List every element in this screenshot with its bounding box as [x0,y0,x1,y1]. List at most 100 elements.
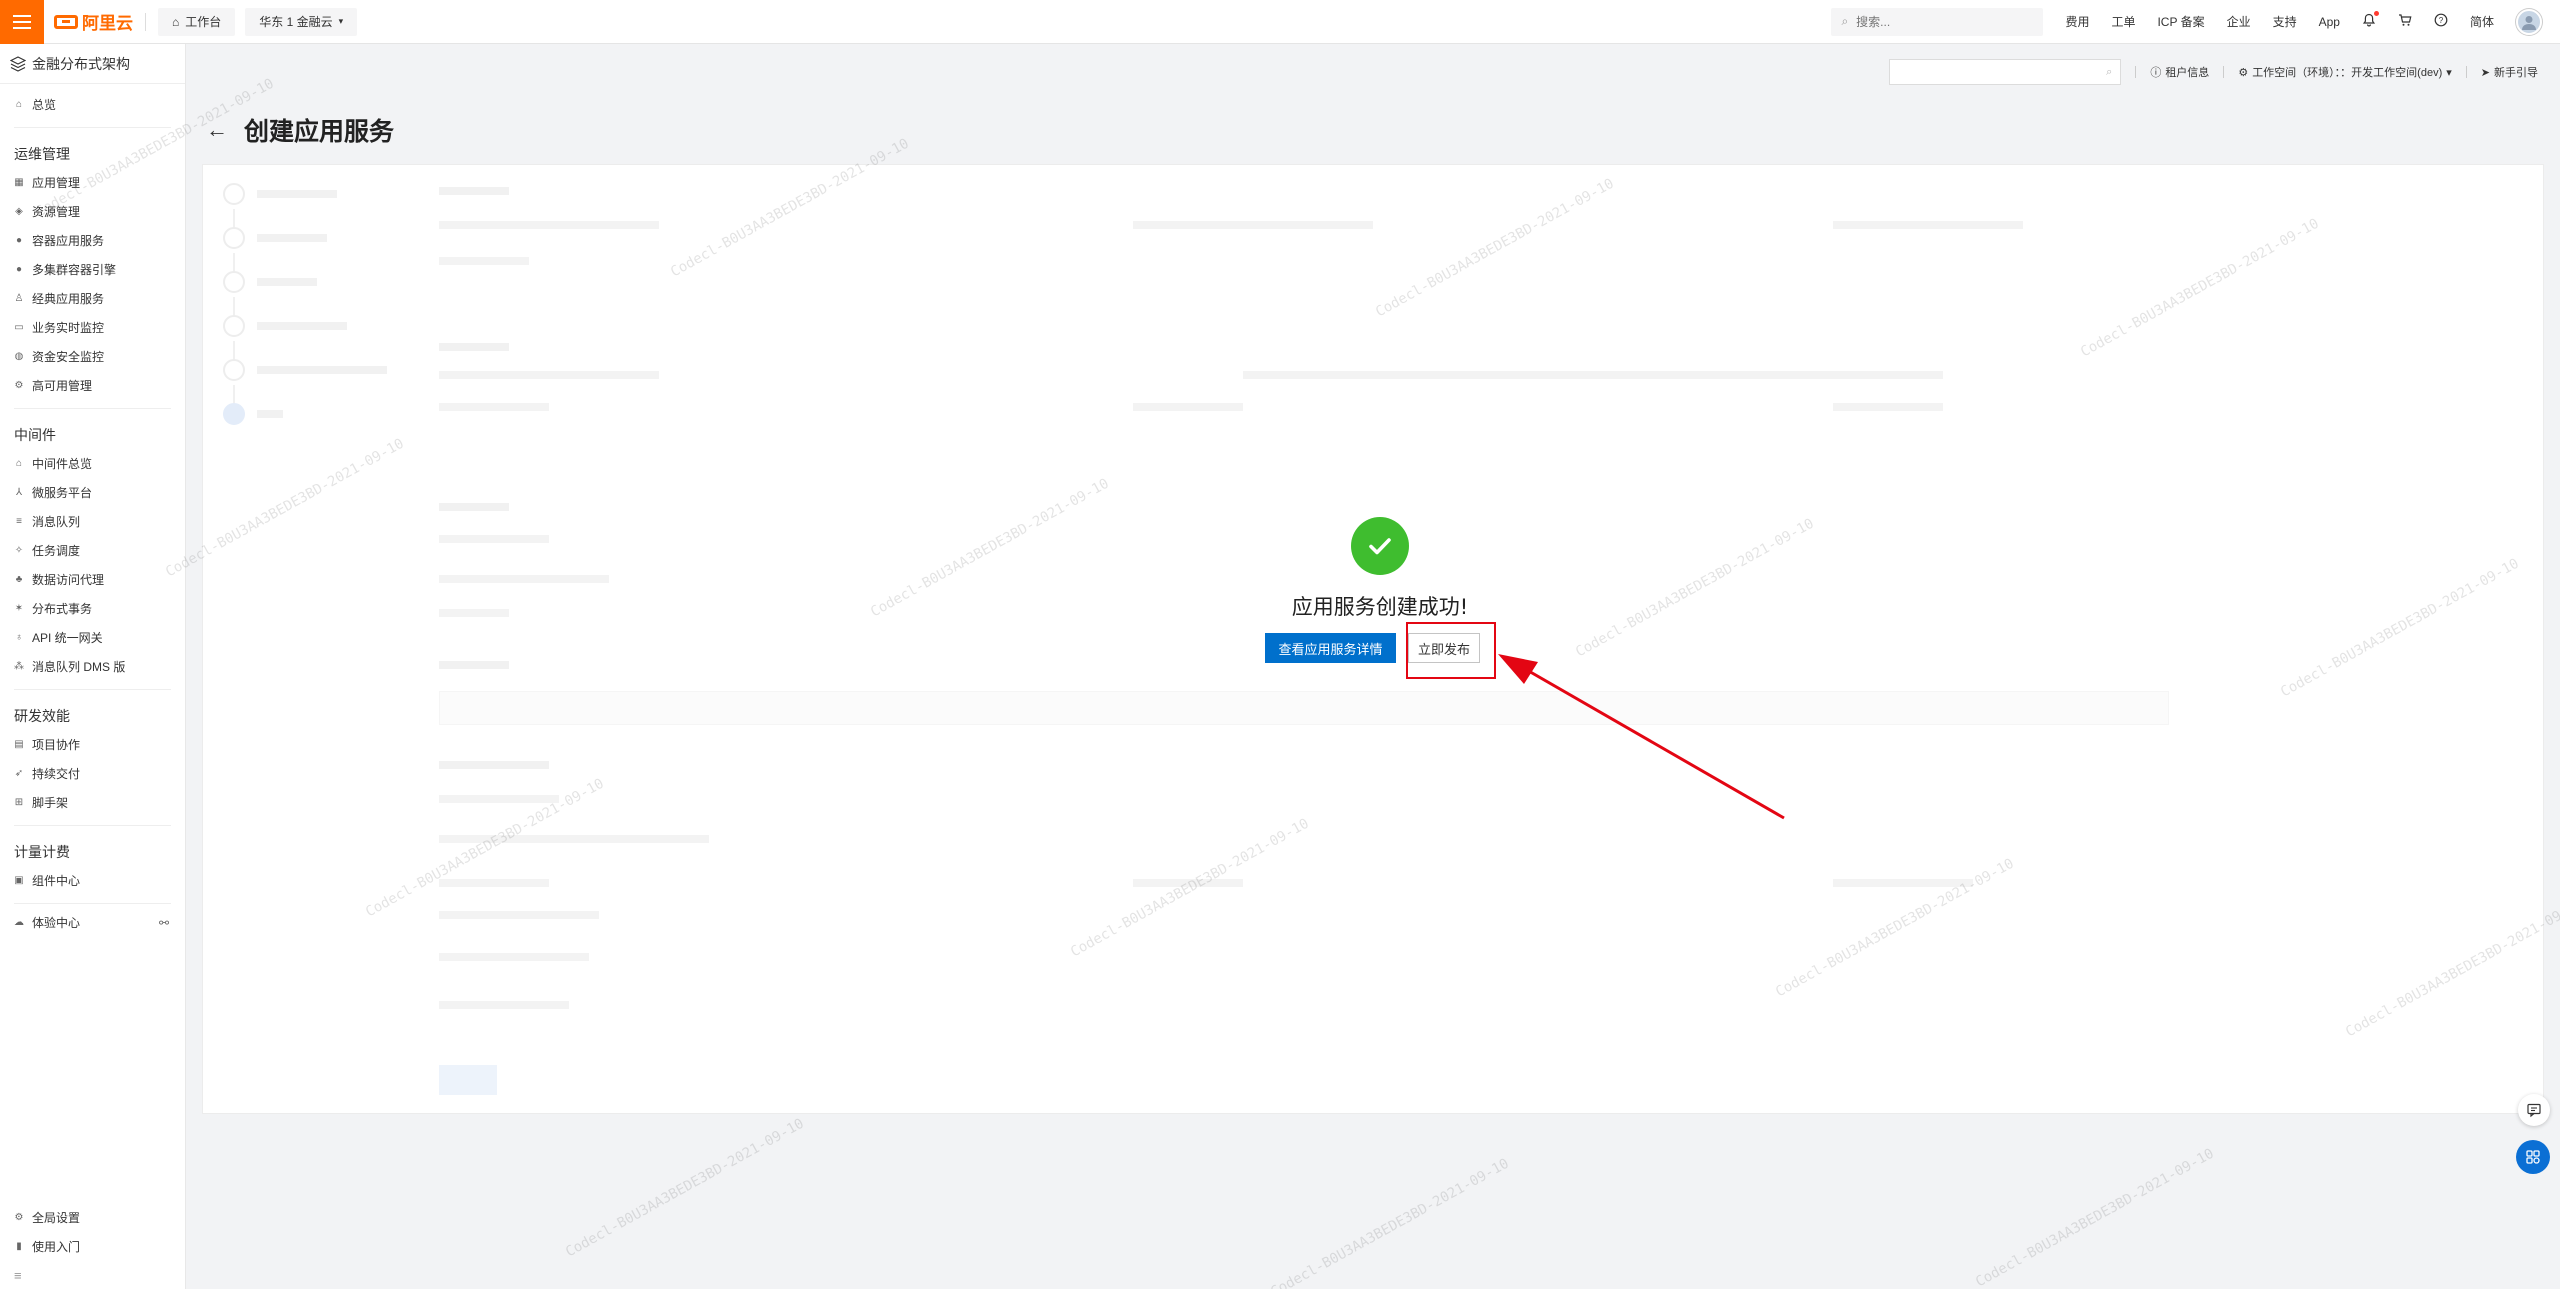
sidebar-item-middleware-overview[interactable]: ⌂ 中间件总览 [0,449,185,478]
placeholder-line [439,953,589,961]
workspace-selector[interactable]: ⚙ 工作空间（环境）：：开发工作空间(dev) ▾ [2238,64,2451,80]
chevron-down-icon: ▾ [338,16,344,26]
language-switch[interactable]: 简体 [2470,13,2494,30]
sidebar-item-api-gateway[interactable]: ♁ API 统一网关 [0,623,185,652]
rocket-icon: ➶ [14,768,24,779]
sidebar-item-experience-center[interactable]: ☁ 体验中心 ⚯ [0,908,185,937]
sidebar-item-label: API 统一网关 [32,631,103,645]
sidebar-item-classic-service[interactable]: ♙ 经典应用服务 [0,284,185,313]
sidebar-item-label: 体验中心 [32,916,81,930]
success-check-icon [1351,517,1409,575]
placeholder-line [439,221,659,229]
sidebar-item-app-management[interactable]: ▦ 应用管理 [0,168,185,197]
step-indicator [223,183,337,205]
workbench-button[interactable]: ⌂ 工作台 [158,7,236,36]
sidebar-item-data-access-proxy[interactable]: ♣ 数据访问代理 [0,565,185,594]
step-indicator [223,403,283,425]
sidebar-item-label: 经典应用服务 [32,292,105,306]
sidebar-product-title: 金融分布式架构 [0,44,185,84]
workbench-label: 工作台 [185,15,222,29]
sidebar-item-project-collab[interactable]: ▤ 项目协作 [0,730,185,759]
sidebar-item-global-settings[interactable]: ⚙ 全局设置 [0,1203,185,1232]
help-icon[interactable]: ? [2434,13,2448,30]
sidebar-item-fund-security[interactable]: ◍ 资金安全监控 [0,342,185,371]
sidebar-item-distributed-transaction[interactable]: ✶ 分布式事务 [0,594,185,623]
user-avatar[interactable] [2516,8,2542,35]
nav-link-app[interactable]: App [2319,15,2340,29]
sidebar-item-microservice[interactable]: ⅄ 微服务平台 [0,478,185,507]
nav-link-icp[interactable]: ICP 备案 [2157,13,2204,30]
search-input[interactable] [1856,14,2017,29]
nav-link-ticket[interactable]: 工单 [2111,13,2135,30]
sidebar-item-label: 应用管理 [32,176,81,190]
global-search[interactable]: ⌕ [1831,7,2044,36]
placeholder-line [439,371,659,379]
view-service-details-button[interactable]: 查看应用服务详情 [1265,633,1396,663]
divider [2135,66,2137,78]
placeholder-line [439,761,549,769]
workspace-toolbar: ⌕ ⓘ 租户信息 ⚙ 工作空间（环境）：：开发工作空间(dev) ▾ ➤ 新手引导 [186,44,2560,100]
gear-icon: ⚙ [14,1212,24,1223]
chat-icon[interactable] [2518,1094,2550,1126]
step-indicator [223,271,317,293]
nav-link-billing[interactable]: 费用 [2065,13,2089,30]
gear-icon: ⚙ [2238,66,2249,79]
guide-link[interactable]: ➤ 新手引导 [2481,64,2538,80]
link-icon: ⚯ [158,915,169,930]
sidebar-item-getting-started[interactable]: ▮ 使用入门 [0,1232,185,1261]
annotation-highlight-box [1406,622,1496,679]
placeholder-line [1833,879,1973,887]
sidebar-item-high-availability[interactable]: ⚙ 高可用管理 [0,371,185,400]
sidebar-item-label: 中间件总览 [32,457,93,471]
region-selector[interactable]: 华东 1 金融云 ▾ [245,7,358,36]
workspace-search[interactable]: ⌕ [1889,59,2122,85]
back-arrow-icon[interactable]: ← [206,117,228,143]
sidebar-item-continuous-delivery[interactable]: ➶ 持续交付 [0,759,185,788]
step-connector [233,341,235,361]
placeholder-line [1833,403,1943,411]
scaffold-icon: ⊞ [14,797,24,808]
nav-link-enterprise[interactable]: 企业 [2227,13,2251,30]
nav-link-support[interactable]: 支持 [2273,13,2297,30]
project-icon: ▤ [14,739,24,750]
region-label: 华东 1 金融云 [259,15,333,29]
aliyun-logo-icon [54,14,78,29]
sidebar-item-resource-management[interactable]: ◈ 资源管理 [0,197,185,226]
sidebar-item-label: 容器应用服务 [32,234,105,248]
sidebar-item-dms-queue[interactable]: ⁂ 消息队列 DMS 版 [0,652,185,681]
sidebar-item-component-center[interactable]: ▣ 组件中心 [0,866,185,895]
success-panel: 应用服务创建成功! [1265,517,1495,621]
search-icon: ⌕ [2106,65,2113,78]
aliyun-logo[interactable]: 阿里云 [54,9,133,34]
placeholder-line [439,403,549,411]
sidebar-item-container-service[interactable]: ● 容器应用服务 [0,226,185,255]
cube-icon: ◈ [15,206,23,217]
sidebar-item-task-scheduling[interactable]: ✧ 任务调度 [0,536,185,565]
sidebar-item-message-queue[interactable]: ≡ 消息队列 [0,507,185,536]
sidebar-collapse-icon[interactable]: ≡ [0,1261,185,1289]
ghost-submit-button [439,1065,497,1095]
sidebar-item-label: 消息队列 [32,515,81,529]
sidebar-item-realtime-monitor[interactable]: ▭ 业务实时监控 [0,313,185,342]
sidebar-item-label: 微服务平台 [32,486,93,500]
tenant-info-link[interactable]: ⓘ 租户信息 [2150,64,2209,80]
proxy-icon: ♣ [15,574,23,585]
sidebar-item-overview[interactable]: ⌂ 总览 [0,90,185,119]
placeholder-line [1133,221,1373,229]
menu-icon[interactable] [0,0,44,44]
notification-bell-icon[interactable] [2362,11,2379,30]
cart-icon[interactable] [2398,13,2412,30]
svg-text:?: ? [2439,16,2444,25]
placeholder-line [439,1001,569,1009]
send-icon: ➤ [2480,66,2490,79]
brand-name: 阿里云 [82,14,133,33]
sidebar-item-label: 多集群容器引擎 [32,263,117,277]
sidebar-item-label: 组件中心 [32,874,81,888]
sidebar-item-scaffold[interactable]: ⊞ 脚手架 [0,788,185,817]
apps-icon[interactable] [2516,1140,2550,1174]
sidebar-group-middleware: 中间件 [14,427,56,443]
sidebar-item-multi-cluster[interactable]: ● 多集群容器引擎 [0,255,185,284]
sidebar-group-ops: 运维管理 [14,146,70,162]
divider [14,825,171,826]
divider [2465,66,2467,78]
